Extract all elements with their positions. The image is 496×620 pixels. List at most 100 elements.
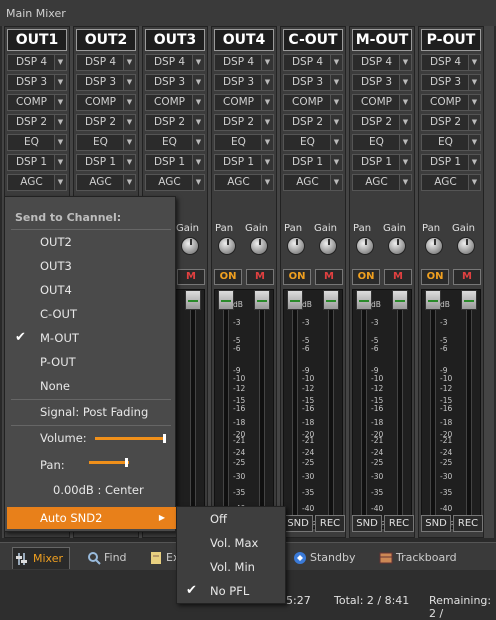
dsp-slot-select[interactable]: EQ ▼ [7,134,67,151]
chevron-down-icon[interactable]: ▼ [468,135,480,150]
chevron-down-icon[interactable]: ▼ [54,175,66,190]
channel-item-m-out[interactable]: ✔ M-OUT [5,327,175,349]
chevron-down-icon[interactable]: ▼ [192,115,204,130]
chevron-down-icon[interactable]: ▼ [192,175,204,190]
chevron-down-icon[interactable]: ▼ [399,175,411,190]
chevron-down-icon[interactable]: ▼ [261,155,273,170]
chevron-down-icon[interactable]: ▼ [399,115,411,130]
fader-cap[interactable] [254,290,270,310]
chevron-down-icon[interactable]: ▼ [261,95,273,110]
pan-knob[interactable] [356,237,374,255]
pan-knob[interactable] [218,237,236,255]
chevron-down-icon[interactable]: ▼ [330,75,342,90]
chevron-down-icon[interactable]: ▼ [54,55,66,70]
submenu-item-off[interactable]: Off [177,508,285,530]
dsp-slot-select[interactable]: DSP 4 ▼ [214,54,274,71]
gain-knob[interactable] [319,237,337,255]
fader-cap[interactable] [392,290,408,310]
chevron-down-icon[interactable]: ▼ [468,115,480,130]
tab-mixer[interactable]: Mixer [12,547,70,569]
dsp-slot-select[interactable]: COMP ▼ [214,94,274,111]
chevron-down-icon[interactable]: ▼ [192,55,204,70]
dsp-slot-select[interactable]: AGC ▼ [76,174,136,191]
mute-button[interactable]: M [177,269,205,285]
dsp-slot-select[interactable]: EQ ▼ [352,134,412,151]
chevron-down-icon[interactable]: ▼ [399,75,411,90]
dsp-slot-select[interactable]: DSP 1 ▼ [214,154,274,171]
dsp-slot-select[interactable]: DSP 1 ▼ [76,154,136,171]
dsp-slot-select[interactable]: AGC ▼ [421,174,481,191]
on-button[interactable]: ON [283,269,311,285]
dsp-slot-select[interactable]: COMP ▼ [352,94,412,111]
tab-export[interactable]: Ex [146,547,179,569]
channel-item-out3[interactable]: OUT3 [5,255,175,277]
dsp-slot-select[interactable]: DSP 4 ▼ [352,54,412,71]
dsp-slot-select[interactable]: DSP 2 ▼ [421,114,481,131]
dsp-slot-select[interactable]: DSP 3 ▼ [76,74,136,91]
chevron-down-icon[interactable]: ▼ [468,155,480,170]
chevron-down-icon[interactable]: ▼ [54,155,66,170]
dsp-slot-select[interactable]: DSP 2 ▼ [352,114,412,131]
chevron-down-icon[interactable]: ▼ [192,75,204,90]
chevron-down-icon[interactable]: ▼ [468,55,480,70]
chevron-down-icon[interactable]: ▼ [192,135,204,150]
pan-knob[interactable] [425,237,443,255]
dsp-slot-select[interactable]: DSP 3 ▼ [214,74,274,91]
submenu-item-vol-max[interactable]: Vol. Max [177,532,285,554]
fader-cap[interactable] [287,290,303,310]
dsp-slot-select[interactable]: EQ ▼ [283,134,343,151]
fader-cap[interactable] [218,290,234,310]
auto-snd2-menu-item[interactable]: Auto SND2 ▶ [7,507,177,529]
dsp-slot-select[interactable]: EQ ▼ [145,134,205,151]
chevron-down-icon[interactable]: ▼ [330,155,342,170]
chevron-down-icon[interactable]: ▼ [330,115,342,130]
fader-cap[interactable] [461,290,477,310]
dsp-slot-select[interactable]: DSP 2 ▼ [283,114,343,131]
snd-button[interactable]: SND [421,515,451,532]
chevron-down-icon[interactable]: ▼ [123,75,135,90]
chevron-down-icon[interactable]: ▼ [330,95,342,110]
dsp-slot-select[interactable]: DSP 3 ▼ [352,74,412,91]
tab-find[interactable]: Find [84,547,139,569]
channel-item-out2[interactable]: OUT2 [5,231,175,253]
mute-button[interactable]: M [246,269,274,285]
dsp-slot-select[interactable]: DSP 3 ▼ [283,74,343,91]
dsp-slot-select[interactable]: COMP ▼ [76,94,136,111]
dsp-slot-select[interactable]: DSP 1 ▼ [352,154,412,171]
dsp-slot-select[interactable]: DSP 1 ▼ [145,154,205,171]
fader-cap[interactable] [185,290,201,310]
gain-knob[interactable] [250,237,268,255]
dsp-slot-select[interactable]: DSP 4 ▼ [76,54,136,71]
gain-knob[interactable] [457,237,475,255]
dsp-slot-select[interactable]: EQ ▼ [421,134,481,151]
chevron-down-icon[interactable]: ▼ [54,75,66,90]
chevron-down-icon[interactable]: ▼ [192,155,204,170]
chevron-down-icon[interactable]: ▼ [399,135,411,150]
snd-button[interactable]: SND [283,515,313,532]
mute-button[interactable]: M [384,269,412,285]
channel-item-p-out[interactable]: P-OUT [5,351,175,373]
chevron-down-icon[interactable]: ▼ [261,75,273,90]
tab-standby[interactable]: Standby [290,547,360,569]
fader-cap[interactable] [323,290,339,310]
dsp-slot-select[interactable]: EQ ▼ [214,134,274,151]
chevron-down-icon[interactable]: ▼ [261,135,273,150]
rec-button[interactable]: REC [384,515,414,532]
chevron-down-icon[interactable]: ▼ [54,115,66,130]
gain-knob[interactable] [388,237,406,255]
signal-mode-label[interactable]: Signal: Post Fading [40,405,148,419]
dsp-slot-select[interactable]: AGC ▼ [283,174,343,191]
chevron-down-icon[interactable]: ▼ [399,155,411,170]
dsp-slot-select[interactable]: DSP 3 ▼ [421,74,481,91]
chevron-down-icon[interactable]: ▼ [192,95,204,110]
chevron-down-icon[interactable]: ▼ [261,175,273,190]
volume-slider-track[interactable] [95,437,165,440]
chevron-down-icon[interactable]: ▼ [261,55,273,70]
dsp-slot-select[interactable]: DSP 2 ▼ [7,114,67,131]
rec-button[interactable]: REC [453,515,483,532]
dsp-slot-select[interactable]: AGC ▼ [7,174,67,191]
channel-item-c-out[interactable]: C-OUT [5,303,175,325]
dsp-slot-select[interactable]: AGC ▼ [145,174,205,191]
dsp-slot-select[interactable]: AGC ▼ [214,174,274,191]
chevron-down-icon[interactable]: ▼ [123,115,135,130]
